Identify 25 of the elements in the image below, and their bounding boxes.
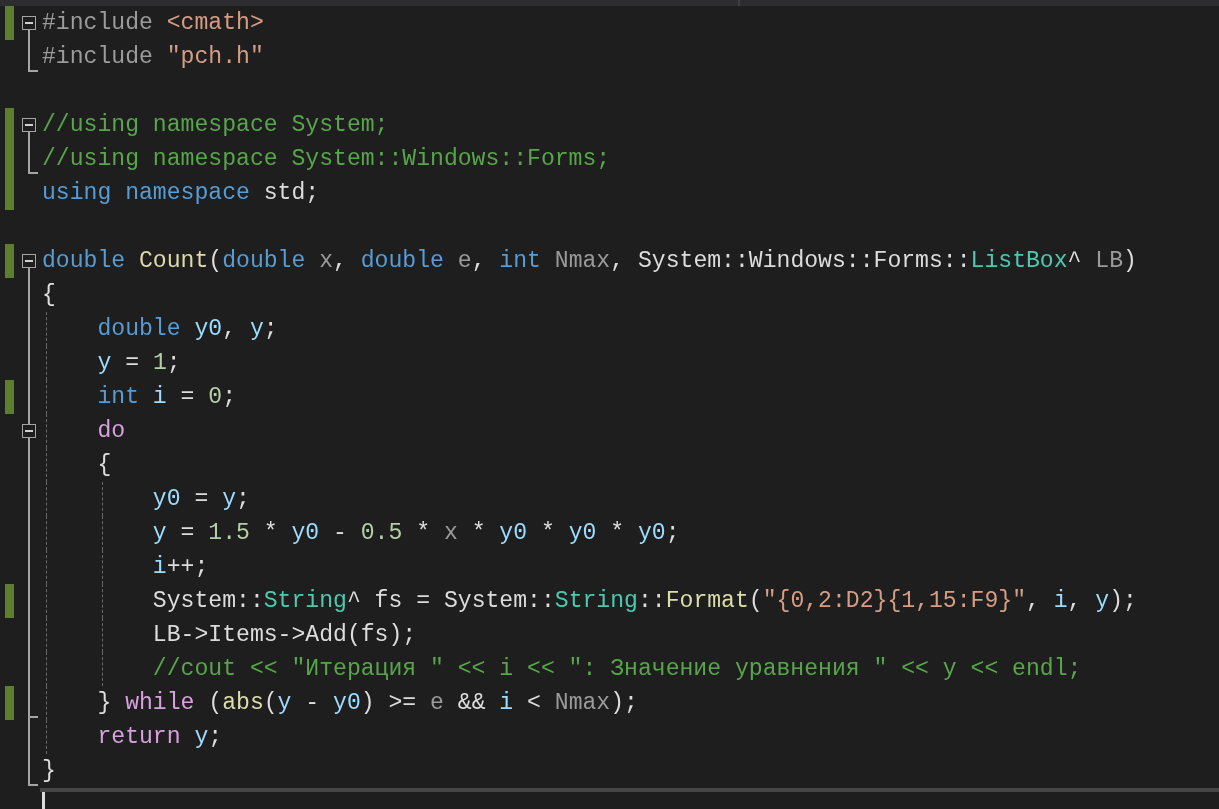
collapse-icon[interactable] (22, 118, 36, 132)
collapse-icon[interactable] (22, 16, 36, 30)
code-line: #include "pch.h" (42, 43, 264, 72)
code-line: { (96, 451, 112, 480)
code-line: } while (abs(y - y0) >= e && i < Nmax); (96, 689, 638, 718)
code-line: int i = 0; (96, 383, 237, 412)
collapse-icon[interactable] (22, 254, 36, 268)
code-line: //using namespace System; (42, 111, 389, 140)
code-line: } (42, 757, 56, 786)
collapse-icon[interactable] (22, 424, 36, 438)
code-line: y = 1.5 * y0 - 0.5 * x * y0 * y0 * y0; (151, 519, 680, 548)
code-line: i++; (151, 553, 209, 582)
code-line: double y0, y; (96, 315, 278, 344)
code-line: { (42, 281, 56, 310)
code-line: //cout << "Итерация " << i << ": Значение уравнения " << y << endl; (151, 655, 1082, 684)
code-line: y0 = y; (151, 485, 250, 514)
code-line: #include <cmath> (42, 9, 264, 38)
code-line: //using namespace System::Windows::Forms; (42, 145, 611, 174)
code-line: LB->Items->Add(fs); (151, 621, 417, 650)
code-line: y = 1; (96, 349, 181, 378)
code-line: using namespace std; (42, 179, 320, 208)
code-line: System::String^ fs = System::String::Format("{0,2:D2}{1,15:F9}", i, y); (151, 587, 1137, 616)
code-line: do (96, 417, 126, 446)
code-line: double Count(double x, double e, int Nmax, System::Windows::Forms::ListBox^ LB) (42, 247, 1137, 276)
code-line: return y; (96, 723, 223, 752)
